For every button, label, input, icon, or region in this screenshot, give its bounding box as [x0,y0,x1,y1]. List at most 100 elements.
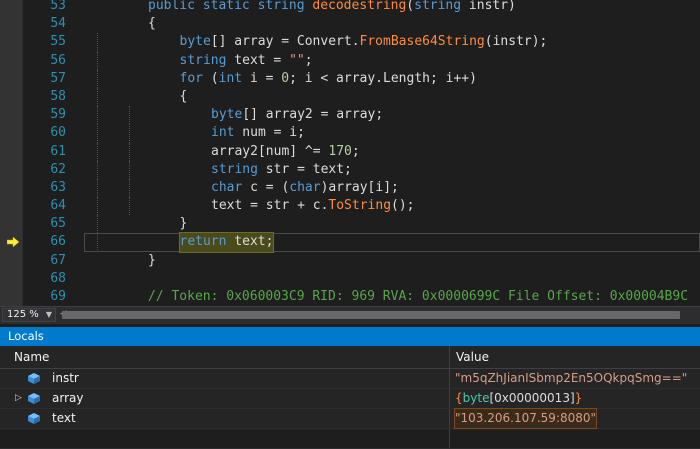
indent-guide [97,33,99,52]
code-token: char [211,179,243,195]
locals-column-header: Name Value [0,346,700,369]
code-text: public static string decodestring(string… [148,0,516,15]
local-name: array [52,391,84,405]
code-text: return text; [178,232,275,253]
code-line[interactable]: 63 char c = (char)array[i]; [0,178,700,198]
code-token: )array[i]; [320,179,399,195]
code-text: byte[] array = Convert.FromBase64String(… [180,33,548,51]
code-text: text = str + c.ToString(); [211,197,415,215]
line-number: 55 [50,34,66,50]
local-row-array[interactable]: ▷ array {byte[0x00000013]} [0,389,700,409]
indent-guide [97,69,99,88]
code-line[interactable]: 66 return text; [0,232,700,253]
chevron-down-icon: ▼ [45,310,52,319]
local-value[interactable]: "103.206.107.59:8080" [453,408,598,429]
code-line[interactable]: 65} [0,215,700,234]
code-token: { [179,88,188,104]
code-token: (instr); [484,34,548,50]
zoom-dropdown[interactable]: 125 % ▼ [2,308,56,322]
editor-status-strip: 125 % ▼ ◀ [0,306,700,324]
code-token: for [179,70,203,86]
code-token: text = str + c. [211,198,329,214]
column-divider[interactable] [449,346,450,368]
indent-guide [97,51,99,70]
code-token: return [179,234,227,250]
code-token: ; [304,52,313,68]
line-number: 56 [50,52,66,68]
code-token: byte [211,107,243,123]
line-number: 57 [50,70,66,86]
locals-panel: Locals Name Value instr "m5qZhJianISbmp2… [0,327,700,449]
code-line[interactable]: 60 int num = i; [0,124,700,143]
code-token: array2[num] ^= [211,143,329,159]
line-number: 67 [50,252,66,268]
code-token: // Token: 0x060003C9 RID: 969 RVA: 0x000… [148,289,689,304]
code-line[interactable]: 56 string text = ""; [0,51,700,70]
indent-guide [97,178,99,198]
code-line[interactable]: 53 public static string decodestring(stri… [0,0,700,15]
line-number: 59 [50,107,66,123]
local-name: instr [52,371,79,385]
indent-guide [97,160,99,179]
local-row-text[interactable]: text "103.206.107.59:8080" [0,408,700,429]
indent-guide [97,87,99,107]
code-token: ( [406,0,415,13]
code-token: } [148,252,156,268]
code-line[interactable]: 64 text = str + c.ToString(); [0,197,700,216]
code-line[interactable]: 69 // Token: 0x060003C9 RID: 969 RVA: 0x0… [0,288,700,306]
code-token: decodestring [312,0,407,13]
column-header-name[interactable]: Name [14,346,49,368]
code-text: int num = i; [211,124,305,142]
code-editor[interactable]: 53 public static string decodestring(stri… [0,0,700,306]
code-line[interactable]: 58 { [0,87,700,107]
code-line[interactable]: 61 array2[num] ^= 170; [0,142,700,161]
expand-triangle-icon[interactable]: ▷ [15,389,22,408]
local-value[interactable]: "m5qZhJianISbmp2En5OQkpqSmg==" [455,369,687,388]
code-token: 0 [281,70,290,86]
code-line[interactable]: 57 for (int i = 0; i < array.Length; i++) [0,69,700,88]
code-token: int [218,70,243,86]
code-token: text = [226,52,290,68]
code-text: char c = (char)array[i]; [211,179,399,197]
line-number: 61 [50,143,66,159]
column-divider [449,389,450,408]
code-line[interactable]: 59 byte[] array2 = array; [0,106,700,125]
line-number: 64 [50,198,66,214]
code-text: string text = ""; [180,52,313,70]
code-token: ; i < array.Length; i++) [289,70,477,86]
indent-guide [128,106,131,125]
code-line[interactable]: 62 string str = text; [0,160,700,179]
column-header-value[interactable]: Value [456,346,489,368]
local-variable-icon [28,393,40,404]
value-size: 0x00000013 [494,391,570,405]
code-text: string str = text; [211,161,352,179]
horizontal-scrollbar-thumb[interactable] [62,311,680,319]
local-row-empty [0,429,700,449]
code-line[interactable]: 54 { [0,15,700,33]
local-value[interactable]: {byte[0x00000013]} [455,389,582,408]
local-variable-icon [28,413,40,424]
indent-guide [128,124,131,143]
code-token: str = text; [257,161,352,177]
code-token: string [414,0,462,13]
code-line[interactable]: 68 [0,270,700,288]
indent-guide [97,106,99,125]
line-number: 54 [50,16,66,32]
code-token: i = [242,70,282,86]
code-line[interactable]: 67} [0,252,700,270]
code-line[interactable]: 55 byte[] array = Convert.FromBase64Strin… [0,33,700,52]
current-line-highlight [84,233,700,252]
code-token: string [211,161,258,177]
line-number: 65 [50,216,66,232]
line-number: 62 [50,161,66,177]
code-text: byte[] array2 = array; [211,106,383,124]
code-token: num = i; [234,125,305,141]
local-row-instr[interactable]: instr "m5qZhJianISbmp2En5OQkpqSmg==" [0,369,700,389]
code-token: [] array2 = array; [242,107,384,123]
local-variable-icon [28,373,40,384]
locals-title[interactable]: Locals [0,327,700,346]
code-token: (); [391,198,415,214]
indent-guide [128,160,131,179]
execution-pointer-icon[interactable] [7,237,19,248]
code-token: text; [226,234,274,250]
